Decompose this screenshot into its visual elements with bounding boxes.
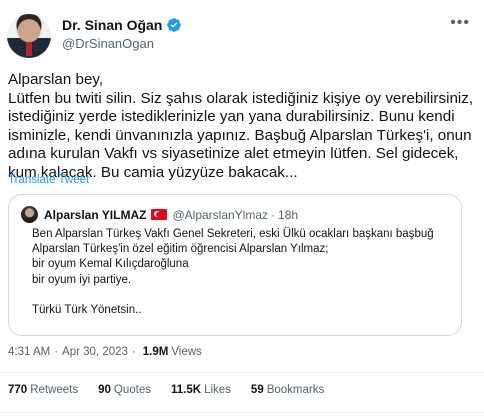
more-icon[interactable]: •••: [450, 14, 470, 32]
quoted-tweet[interactable]: Alparslan YILMAZ @AlparslanYlmaz · 18h B…: [8, 194, 462, 336]
retweets-label: Retweets: [30, 384, 79, 396]
likes-label: Likes: [204, 384, 231, 396]
quoted-tweet-header: Alparslan YILMAZ @AlparslanYlmaz · 18h: [21, 206, 298, 223]
bookmarks-count: 59: [250, 384, 264, 396]
quoted-author-handle: @AlparslanYlmaz: [172, 207, 269, 222]
views-label: Views: [171, 346, 202, 358]
quoted-time: 18h: [278, 207, 299, 222]
quoted-tweet-text: Ben Alparslan Türkeş Vakfı Genel Sekrete…: [32, 228, 434, 317]
author-handle[interactable]: @DrSinanOgan: [62, 36, 182, 51]
quoted-separator: ·: [271, 207, 276, 222]
tweet-time[interactable]: 4:31 AM: [8, 346, 50, 358]
verified-badge-icon: [167, 18, 182, 32]
divider-bottom: [0, 412, 484, 413]
translate-tweet-link[interactable]: Translate Tweet: [8, 174, 89, 186]
likes-stat[interactable]: 11.5K Likes: [171, 384, 231, 396]
quoted-author-name: Alparslan YILMAZ: [44, 207, 147, 222]
turkey-flag-icon: [151, 209, 168, 220]
tweet-date[interactable]: Apr 30, 2023: [62, 346, 128, 358]
quotes-stat[interactable]: 90 Quotes: [98, 384, 151, 396]
tweet-text: Alparslan bey, Lütfen bu twiti silin. Si…: [8, 71, 474, 181]
retweets-count: 770: [8, 384, 28, 396]
views-count: 1.9M: [142, 346, 169, 358]
divider-top: [0, 372, 484, 373]
tweet-header: Dr. Sinan Oğan @DrSinanOgan: [7, 14, 182, 58]
meta-separator-1: ·: [54, 346, 59, 358]
author-avatar[interactable]: [7, 14, 51, 58]
retweets-stat[interactable]: 770 Retweets: [8, 384, 78, 396]
author-names: Dr. Sinan Oğan @DrSinanOgan: [62, 17, 182, 51]
engagement-stats: 770 Retweets 90 Quotes 11.5K Likes 59 Bookma…: [8, 384, 344, 396]
quotes-count: 90: [98, 384, 111, 396]
bookmarks-stat[interactable]: 59 Bookmarks: [251, 384, 324, 396]
bookmarks-label: Bookmarks: [266, 384, 325, 396]
quoted-author-avatar: [21, 206, 38, 223]
author-display-name[interactable]: Dr. Sinan Oğan: [62, 17, 162, 33]
quotes-label: Quotes: [113, 384, 151, 396]
likes-count: 11.5K: [171, 384, 202, 396]
tweet-meta: 4:31 AM · Apr 30, 2023 · 1.9M Views: [8, 346, 202, 358]
meta-separator-2: ·: [131, 346, 136, 358]
display-name-row: Dr. Sinan Oğan: [62, 17, 182, 33]
